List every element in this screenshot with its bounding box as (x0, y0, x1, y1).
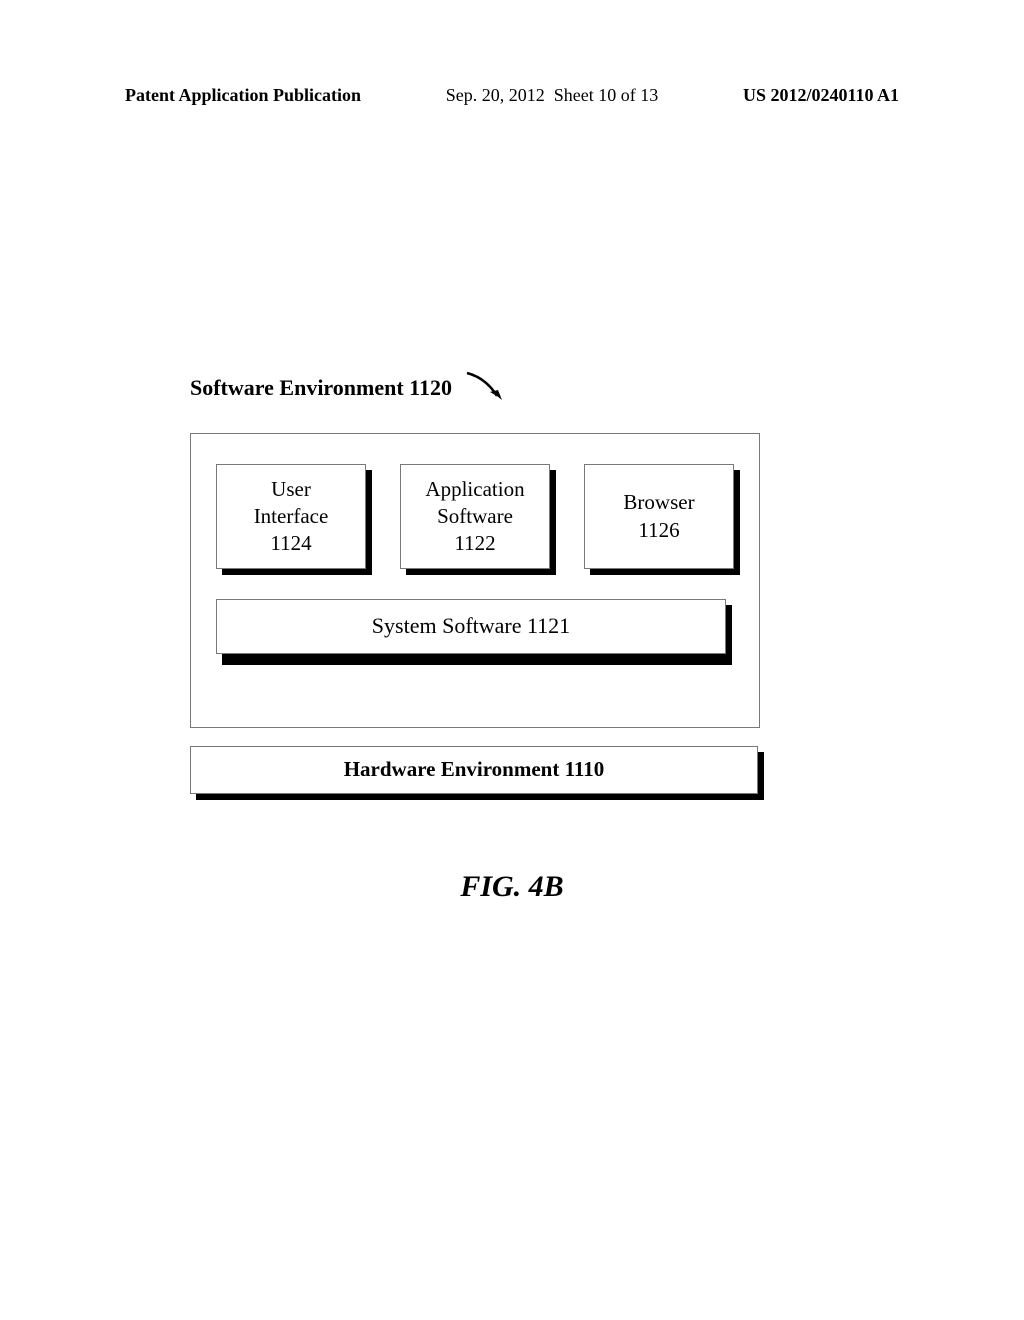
user-interface-box: User Interface 1124 (216, 464, 366, 569)
system-software-box: System Software 1121 (216, 599, 726, 659)
publication-number: US 2012/0240110 A1 (743, 85, 899, 106)
browser-box: Browser 1126 (584, 464, 734, 569)
software-env-label: Software Environment 1120 (190, 375, 452, 401)
hardware-environment-box: Hardware Environment 1110 (190, 746, 758, 794)
publication-date-sheet: Sep. 20, 2012 Sheet 10 of 13 (446, 85, 658, 106)
software-environment-box: User Interface 1124 Application Software… (190, 433, 760, 728)
diagram-container: Software Environment 1120 User Interface… (190, 370, 810, 794)
application-software-box: Application Software 1122 (400, 464, 550, 569)
pointer-arrow-icon (464, 370, 509, 413)
publication-type: Patent Application Publication (125, 85, 361, 106)
figure-label: FIG. 4B (0, 870, 1024, 904)
page-header: Patent Application Publication Sep. 20, … (0, 85, 1024, 106)
